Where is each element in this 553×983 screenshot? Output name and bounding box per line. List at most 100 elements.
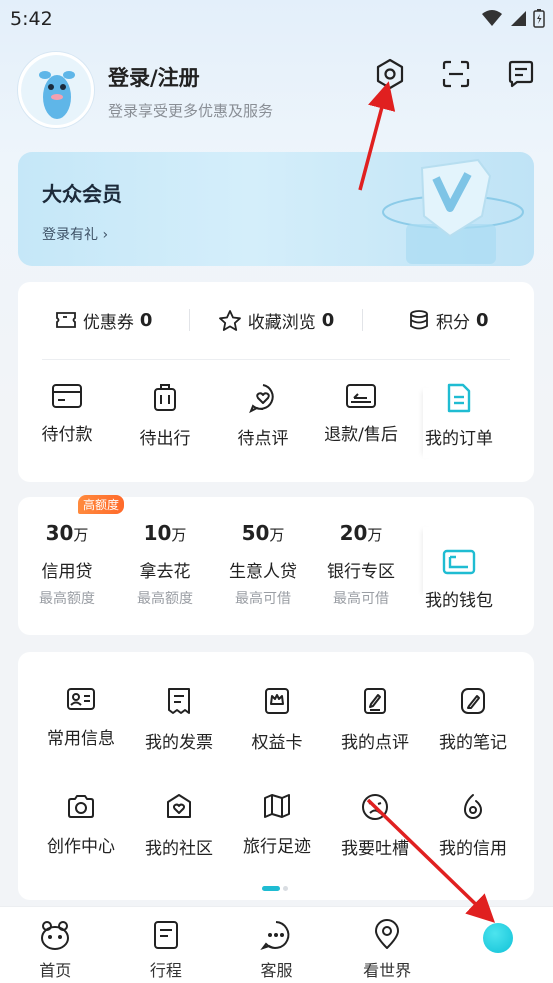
bank-zone-amount: 20万 [339,521,383,545]
order-row: 待付款 待出行 待点评 退款/售后 我的订单 [18,382,534,462]
travel-footprint-item[interactable]: 旅行足迹 [228,792,326,859]
star-icon [218,310,241,331]
naquhua-note: 最高额度 [137,591,193,607]
my-invoice-label: 我的发票 [145,733,213,753]
frequent-info-label: 常用信息 [47,729,115,749]
my-notes-label: 我的笔记 [439,733,507,753]
credit-loan-name: 信用贷 [41,562,93,582]
member-card[interactable]: 大众会员 登录有礼 › [18,152,534,266]
business-loan-item[interactable]: 50万 生意人贷 最高可借 [214,521,312,621]
login-register-link[interactable]: 登录/注册 [108,62,200,92]
frequent-info-item[interactable]: 常用信息 [32,686,130,753]
favorites-stat[interactable]: 收藏浏览 0 [190,308,361,333]
naquhua-amount: 10万 [143,521,187,545]
points-stat[interactable]: 积分 0 [363,308,534,333]
settings-icon [376,58,404,90]
tab-service-label: 客服 [260,961,293,980]
bank-zone-note: 最高可借 [333,591,389,607]
my-credit-item[interactable]: 我的信用 [424,792,522,859]
page-indicator [262,886,288,891]
community-icon [167,794,191,818]
my-review-item[interactable]: 我的点评 [326,686,424,753]
finance-row: 30万 信用贷 最高额度 10万 拿去花 最高额度 50万 生意人贷 最高可借 … [18,521,534,621]
vip-shield-icon [382,158,524,264]
complain-icon [362,794,388,820]
pending-review-item[interactable]: 待点评 [214,382,312,462]
favorites-label: 收藏浏览 [247,312,316,333]
status-icons [481,8,545,28]
member-title: 大众会员 [42,182,122,206]
business-loan-name: 生意人贷 [229,562,297,582]
pending-review-label: 待点评 [237,429,289,449]
travel-footprint-label: 旅行足迹 [243,837,311,857]
wifi-icon [482,10,502,26]
creator-center-label: 创作中心 [47,837,115,857]
bottom-tab-bar: 首页 行程 客服 看世界 [0,906,553,983]
credit-loan-item[interactable]: 30万 信用贷 最高额度 [18,521,116,621]
finance-card: 高额度 30万 信用贷 最高额度 10万 拿去花 最高额度 50万 生意人贷 最… [18,495,534,635]
settings-button[interactable] [372,56,408,92]
points-icon [410,310,428,330]
services-row-1: 常用信息 我的发票 权益卡 我的点评 我的笔记 [32,686,522,753]
trip-icon [153,921,178,949]
home-icon [41,921,70,950]
benefit-card-label: 权益卡 [251,733,303,753]
pending-travel-label: 待出行 [139,429,191,449]
credit-loan-amount: 30万 [45,521,89,545]
my-orders-label: 我的订单 [425,429,493,449]
my-community-item[interactable]: 我的社区 [130,792,228,859]
member-login-gift-link[interactable]: 登录有礼 › [42,224,108,244]
points-label: 积分 [436,312,471,333]
divider [42,359,510,360]
avatar[interactable] [18,52,94,128]
wallet-icon [442,549,476,574]
page-dot [283,886,288,891]
tab-home-label: 首页 [39,961,72,980]
id-card-icon [67,688,95,710]
coupon-label: 优惠券 [82,312,134,333]
my-credit-label: 我的信用 [439,839,507,859]
tab-trip[interactable]: 行程 [111,907,222,983]
tab-trip-label: 行程 [149,961,182,980]
scan-icon [442,60,470,88]
pending-payment-label: 待付款 [41,425,93,445]
complain-label: 我要吐槽 [341,839,409,859]
tab-service[interactable]: 客服 [221,907,332,983]
coupon-icon [55,312,76,328]
my-community-label: 我的社区 [145,839,213,859]
tab-my[interactable] [442,907,553,983]
business-loan-note: 最高可借 [235,591,291,607]
scan-button[interactable] [438,56,474,92]
complain-item[interactable]: 我要吐槽 [326,792,424,859]
business-loan-amount: 50万 [241,521,285,545]
review-icon [249,384,274,414]
naquhua-item[interactable]: 10万 拿去花 最高额度 [116,521,214,621]
pending-payment-item[interactable]: 待付款 [18,382,116,462]
my-dot-icon [482,923,513,953]
refund-item[interactable]: 退款/售后 [312,382,410,462]
coupon-stat[interactable]: 优惠券 0 [18,308,189,333]
tab-home[interactable]: 首页 [0,907,111,983]
bank-zone-item[interactable]: 20万 银行专区 最高可借 [312,521,410,621]
order-shadow-separator [423,388,433,458]
my-notes-item[interactable]: 我的笔记 [424,686,522,753]
page-dot-active [262,886,280,891]
orders-card: 优惠券 0 收藏浏览 0 积分 0 待付款 待出行 待点评 退款/售后 我的订单 [18,282,534,482]
my-invoice-item[interactable]: 我的发票 [130,686,228,753]
creator-center-item[interactable]: 创作中心 [32,792,130,859]
refund-icon [346,384,376,408]
my-wallet-label: 我的钱包 [425,590,493,611]
credit-loan-note: 最高额度 [39,591,95,607]
favorites-count: 0 [321,309,335,331]
services-card: 常用信息 我的发票 权益卡 我的点评 我的笔记 创作中心 我的社区 旅行足迹 我… [18,652,534,900]
refund-label: 退款/售后 [324,425,398,445]
services-row-2: 创作中心 我的社区 旅行足迹 我要吐槽 我的信用 [32,792,522,859]
invoice-icon [168,688,190,714]
benefit-card-item[interactable]: 权益卡 [228,686,326,753]
credit-icon [463,794,483,819]
card-icon [52,384,82,408]
message-button[interactable] [503,56,539,92]
pending-travel-item[interactable]: 待出行 [116,382,214,462]
tab-explore[interactable]: 看世界 [332,907,443,983]
login-subtitle: 登录享受更多优惠及服务 [108,102,274,120]
